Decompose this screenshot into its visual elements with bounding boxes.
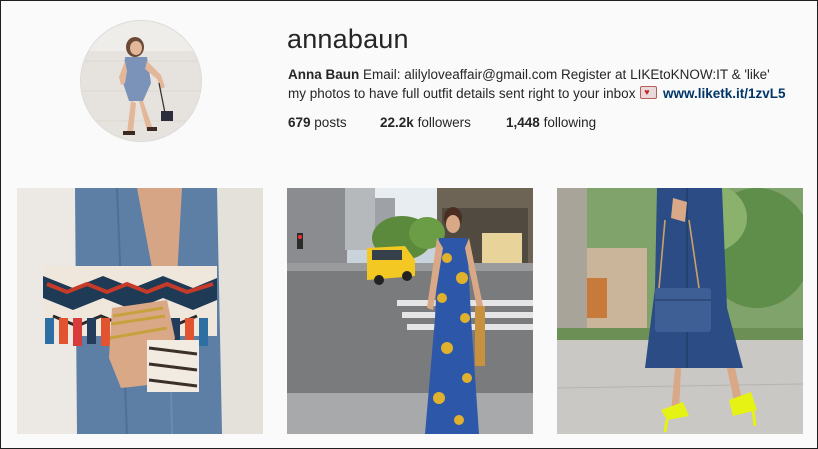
profile-full-name: Anna Baun: [288, 67, 360, 82]
avatar-photo: [81, 21, 201, 141]
bio-link[interactable]: www.liketk.it/1zvL5: [663, 86, 786, 101]
love-letter-icon: ♥: [640, 86, 658, 99]
following-count: 1,448: [506, 115, 540, 130]
posts-stat[interactable]: 679 posts: [288, 115, 347, 130]
post-thumbnail-2[interactable]: [287, 188, 533, 434]
post-thumbnail-3[interactable]: [557, 188, 803, 434]
profile-username: annabaun: [287, 24, 409, 54]
post-image-dress: [557, 188, 803, 434]
post-image-clutch: [17, 188, 263, 434]
profile-bio: Anna Baun Email: alilyloveaffair@gmail.c…: [288, 65, 788, 103]
posts-count: 679: [288, 115, 311, 130]
followers-stat[interactable]: 22.2k followers: [380, 115, 471, 130]
followers-count: 22.2k: [380, 115, 414, 130]
instagram-profile-window: annabaun Anna Baun Email: alilyloveaffai…: [0, 0, 818, 449]
posts-label: posts: [314, 115, 347, 130]
post-image-street: [287, 188, 533, 434]
post-thumbnail-1[interactable]: [17, 188, 263, 434]
following-label: following: [543, 115, 597, 130]
following-stat[interactable]: 1,448 following: [506, 115, 596, 130]
followers-label: followers: [417, 115, 471, 130]
profile-avatar[interactable]: [81, 21, 201, 141]
